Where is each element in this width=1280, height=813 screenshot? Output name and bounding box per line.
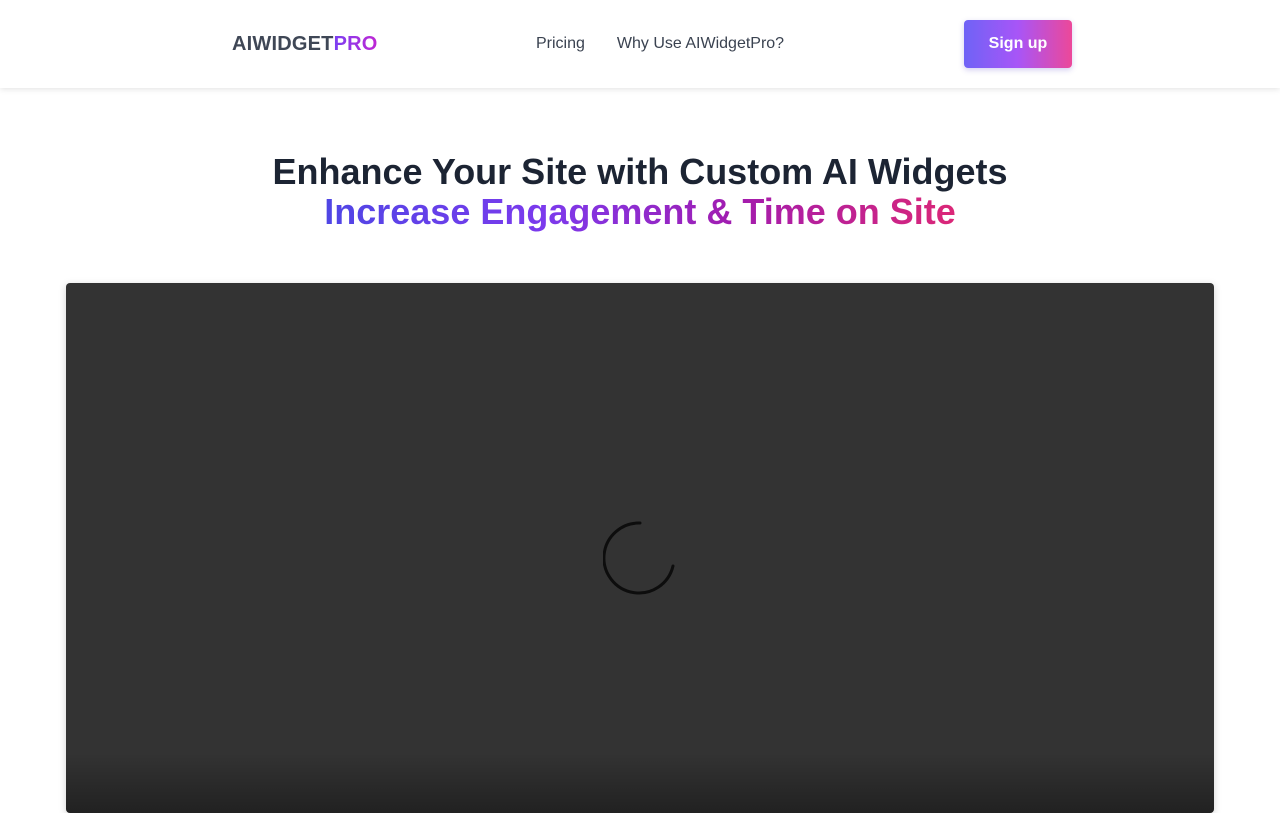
nav-link-why-use[interactable]: Why Use AIWidgetPro?: [617, 33, 784, 55]
video-player[interactable]: [66, 283, 1214, 813]
logo-text-accent: PRO: [333, 33, 378, 55]
top-navbar: AIWIDGETPRO Pricing Why Use AIWidgetPro?…: [0, 0, 1280, 88]
hero-section: Enhance Your Site with Custom AI Widgets…: [0, 150, 1280, 234]
hero-subtitle: Increase Engagement & Time on Site: [324, 191, 956, 232]
video-controls-shade: [66, 753, 1214, 813]
site-logo[interactable]: AIWIDGETPRO: [232, 31, 378, 57]
logo-text-main: AIWIDGET: [232, 33, 334, 55]
nav-link-pricing[interactable]: Pricing: [536, 33, 585, 55]
main-nav: Pricing Why Use AIWidgetPro?: [536, 33, 784, 55]
hero-title: Enhance Your Site with Custom AI Widgets: [272, 151, 1008, 192]
loading-spinner-icon: [603, 521, 675, 595]
signup-button[interactable]: Sign up: [964, 20, 1072, 68]
